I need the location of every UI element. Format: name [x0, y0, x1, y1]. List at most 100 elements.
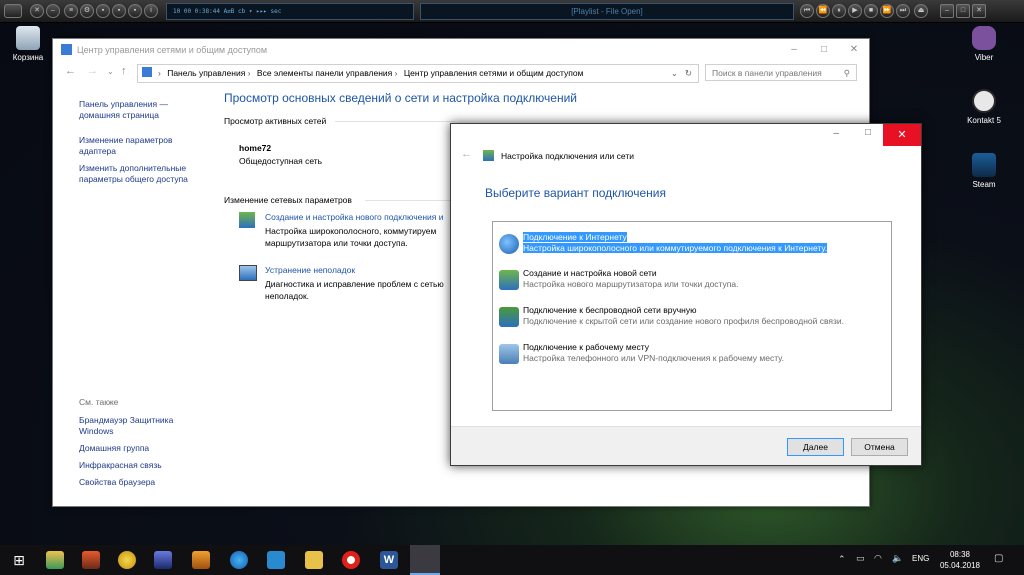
desktop-icon-steam[interactable]: Steam: [954, 153, 1014, 189]
section-change-settings: Изменение сетевых параметров: [224, 195, 352, 205]
desktop-icon-label: Viber: [974, 53, 994, 62]
option-title: Подключение к беспроводной сети вручную: [523, 305, 697, 315]
settings-icon[interactable]: ⚙: [80, 4, 94, 18]
next-button[interactable]: Далее: [787, 438, 844, 456]
see-also-label: См. также: [79, 397, 119, 407]
close-icon[interactable]: ✕: [839, 39, 869, 61]
desktop-icon-kontakt[interactable]: Kontakt 5: [954, 89, 1014, 125]
minimize-icon[interactable]: –: [46, 4, 60, 18]
clock-time: 08:38: [949, 550, 970, 559]
app-icon-1[interactable]: [46, 551, 64, 569]
sidebar-link-browser[interactable]: Свойства браузера: [79, 477, 155, 488]
stop-icon[interactable]: ■: [864, 4, 878, 18]
open-icon[interactable]: ⏏: [914, 4, 928, 18]
desktop-icon-recycle-bin[interactable]: Корзина: [0, 26, 58, 62]
option-desc: Настройка широкополосного или коммутируе…: [523, 243, 828, 253]
breadcrumb-item[interactable]: Все элементы панели управления: [257, 68, 392, 78]
folder-icon[interactable]: [305, 551, 323, 569]
refresh-icon[interactable]: ↻: [685, 65, 692, 82]
task-new-connection[interactable]: Создание и настройка нового подключения …: [265, 212, 444, 223]
opera-icon[interactable]: [342, 551, 360, 569]
rewind-icon[interactable]: ⏪: [816, 4, 830, 18]
workplace-icon: [499, 344, 519, 364]
steam-icon: [972, 153, 996, 177]
back-icon[interactable]: ←: [461, 148, 472, 160]
maximize-icon[interactable]: □: [865, 127, 871, 138]
back-icon[interactable]: ←: [65, 65, 76, 77]
language-indicator[interactable]: ENG: [912, 554, 929, 563]
recent-dropdown-icon[interactable]: ⌄: [107, 67, 114, 76]
sidebar-link-homegroup[interactable]: Домашняя группа: [79, 443, 149, 454]
clock[interactable]: 08:38 05.04.2018: [940, 549, 980, 571]
sidebar-link-home[interactable]: Панель управления — домашняя страница: [79, 99, 168, 121]
search-input[interactable]: Поиск в панели управления ⚲: [705, 64, 857, 81]
maximize-icon[interactable]: □: [809, 39, 839, 61]
start-icon[interactable]: ⊞: [10, 551, 28, 569]
word-icon[interactable]: W: [380, 551, 398, 569]
option-workplace[interactable]: Подключение к рабочему месту Настройка т…: [497, 340, 887, 366]
taskbar: ⊞ W ⌃ ▭ ◠ 🔈 ENG 08:38 05.04.2018 ▢: [0, 545, 1024, 575]
minimize-icon[interactable]: –: [833, 128, 839, 139]
up-icon[interactable]: ↑: [121, 65, 127, 77]
app-icon-3[interactable]: [118, 551, 136, 569]
volume-muted-icon[interactable]: 🔈: [892, 553, 903, 564]
breadcrumb-item[interactable]: Панель управления: [167, 68, 245, 78]
app-icon-7[interactable]: [267, 551, 285, 569]
network-icon[interactable]: ▭: [856, 553, 865, 564]
option-internet[interactable]: Подключение к Интернету Настройка широко…: [497, 230, 887, 256]
option-wireless-manual[interactable]: Подключение к беспроводной сети вручную …: [497, 303, 887, 329]
sidebar-link-infrared[interactable]: Инфракрасная связь: [79, 460, 162, 471]
divider: [365, 200, 455, 201]
close-button[interactable]: ✕: [883, 124, 921, 146]
app-icon-5[interactable]: [192, 551, 210, 569]
control-panel-icon: [142, 67, 152, 77]
recycle-bin-icon: [16, 26, 40, 50]
option-desc: Подключение к скрытой сети или создание …: [523, 316, 845, 326]
active-window-network-icon[interactable]: [410, 545, 440, 575]
player-logo-icon[interactable]: [4, 4, 22, 18]
forward-icon[interactable]: →: [87, 65, 98, 77]
equalizer-icon[interactable]: ▪: [96, 4, 110, 18]
menu-icon[interactable]: ≡: [64, 4, 78, 18]
close-window-icon[interactable]: ✕: [972, 4, 986, 18]
forward-icon[interactable]: ⏩: [880, 4, 894, 18]
option-desc: Настройка нового маршрутизатора или точк…: [523, 279, 739, 289]
pause-icon[interactable]: ⏸: [832, 4, 846, 18]
next-icon[interactable]: ⏭: [896, 4, 910, 18]
task-troubleshoot-desc: Диагностика и исправление проблем с сеть…: [265, 279, 444, 289]
chevron-up-icon[interactable]: ⌃: [838, 554, 846, 565]
app-icon-6[interactable]: [230, 551, 248, 569]
app-icon-4[interactable]: [154, 551, 172, 569]
minimize-window-icon[interactable]: –: [940, 4, 954, 18]
desktop-icon-viber[interactable]: Viber: [954, 26, 1014, 62]
desktop-icon-label: Kontakt 5: [967, 116, 1001, 125]
option-new-network[interactable]: Создание и настройка новой сети Настройк…: [497, 266, 887, 292]
lock-icon[interactable]: ▪: [128, 4, 142, 18]
dialog-title: Настройка подключения или сети: [501, 151, 634, 161]
sidebar-link-adapter[interactable]: Изменение параметров адаптера: [79, 135, 172, 157]
playlist-icon[interactable]: ▪: [112, 4, 126, 18]
chevron-down-icon[interactable]: ⌄: [671, 65, 678, 82]
task-new-connection-desc: Настройка широкополосного, коммутируем: [265, 226, 437, 236]
maximize-window-icon[interactable]: □: [956, 4, 970, 18]
breadcrumb-item[interactable]: Центр управления сетями и общим доступом: [404, 68, 584, 78]
section-active-networks: Просмотр активных сетей: [224, 116, 327, 126]
sidebar-link-sharing[interactable]: Изменить дополнительные параметры общего …: [79, 163, 188, 185]
network-type: Общедоступная сеть: [239, 156, 323, 166]
prev-icon[interactable]: ⏮: [800, 4, 814, 18]
wifi-icon[interactable]: ◠: [874, 553, 882, 564]
clock-date: 05.04.2018: [939, 561, 980, 570]
close-icon[interactable]: ✕: [30, 4, 44, 18]
play-icon[interactable]: ▶: [848, 4, 862, 18]
network-center-icon: [61, 44, 72, 55]
sidebar-link-firewall[interactable]: Брандмауэр Защитника Windows: [79, 415, 173, 437]
router-icon: [499, 270, 519, 290]
minimize-icon[interactable]: –: [779, 39, 809, 61]
task-troubleshoot[interactable]: Устранение неполадок: [265, 265, 355, 276]
cancel-button[interactable]: Отмена: [851, 438, 908, 456]
app-icon-2[interactable]: [82, 551, 100, 569]
option-title: Подключение к Интернету: [523, 232, 627, 242]
address-bar[interactable]: › Панель управления › Все элементы панел…: [137, 64, 699, 83]
notifications-icon[interactable]: ▢: [994, 553, 1003, 564]
info-icon[interactable]: i: [144, 4, 158, 18]
